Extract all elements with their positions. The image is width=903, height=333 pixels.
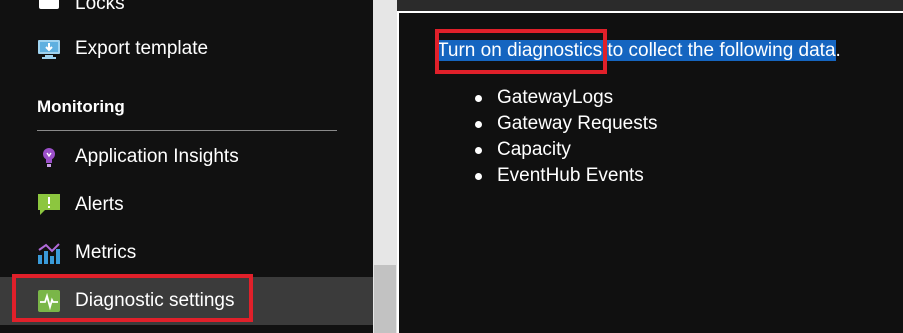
alert-icon	[37, 193, 61, 217]
sidebar-item-application-insights[interactable]: Application Insights	[0, 133, 373, 181]
lightbulb-icon	[37, 145, 61, 169]
list-item: GatewayLogs	[475, 85, 658, 111]
panel-border	[397, 11, 399, 333]
sidebar-item-label: Alerts	[75, 194, 124, 215]
sidebar-item-label: Export template	[75, 38, 209, 59]
list-item: EventHub Events	[475, 163, 658, 189]
sidebar-item-export-template[interactable]: Export template	[0, 25, 373, 73]
export-template-icon	[37, 37, 61, 61]
list-item: Capacity	[475, 137, 658, 163]
sidebar-item-label: Application Insights	[75, 146, 239, 167]
list-item: Gateway Requests	[475, 111, 658, 137]
highlight-box-diagnostic-settings	[12, 274, 253, 322]
metrics-icon	[37, 241, 61, 265]
section-divider	[37, 130, 337, 131]
content-panel: Turn on diagnostics to collect the follo…	[397, 0, 903, 333]
panel-topbar	[397, 0, 903, 11]
panel-border	[397, 11, 903, 13]
sidebar-item-label: Locks	[75, 0, 125, 14]
sidebar-item-metrics[interactable]: Metrics	[0, 229, 373, 277]
monitoring-section-title: Monitoring	[37, 97, 125, 116]
highlight-box-turn-on-diagnostics	[435, 29, 607, 74]
data-list: GatewayLogs Gateway Requests Capacity Ev…	[475, 85, 658, 189]
sidebar-item-locks[interactable]: Locks	[0, 0, 373, 28]
sidebar-item-label: Metrics	[75, 242, 137, 263]
sidebar-scrollbar-thumb[interactable]	[374, 265, 396, 333]
lock-icon	[37, 0, 61, 16]
sidebar: Locks Export template Monitoring Applica…	[0, 0, 373, 333]
intro-text-rest: to collect the following data	[602, 40, 836, 61]
intro-period: .	[835, 40, 841, 61]
sidebar-item-alerts[interactable]: Alerts	[0, 181, 373, 229]
